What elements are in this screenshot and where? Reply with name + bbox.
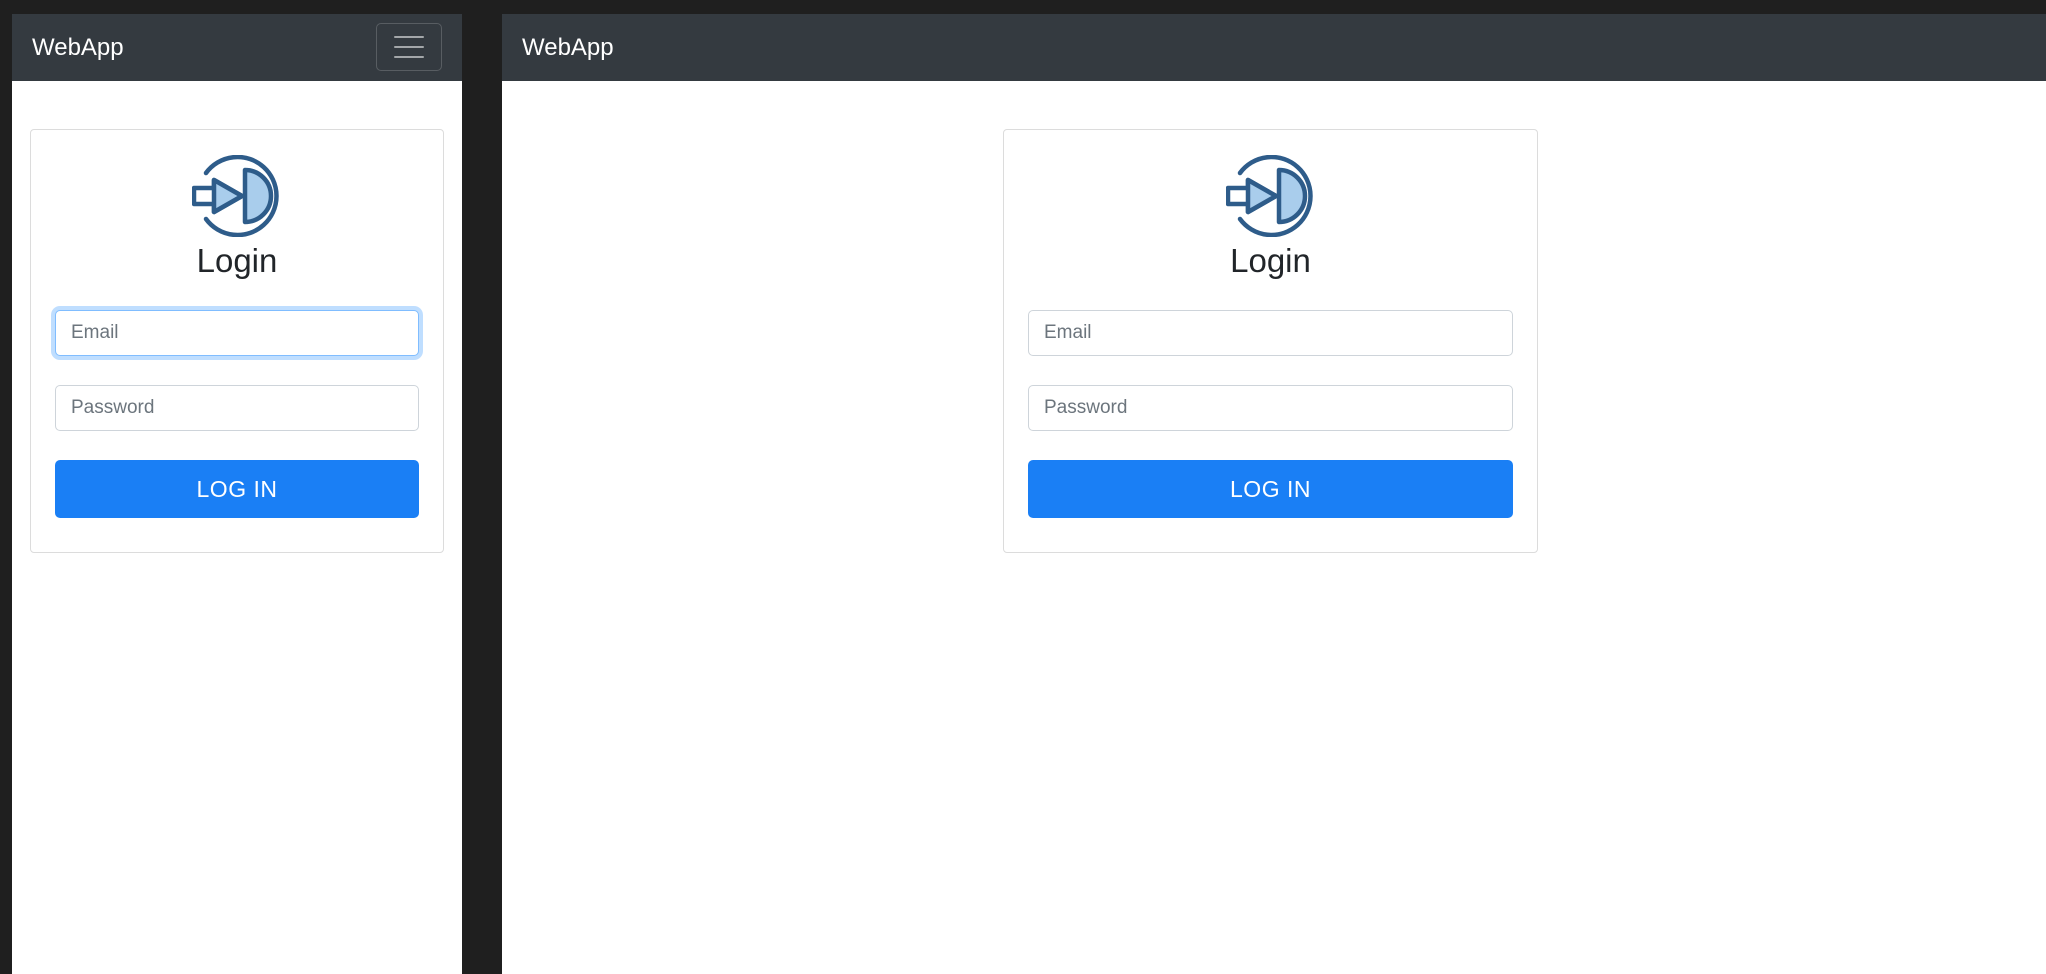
- navbar-brand[interactable]: WebApp: [522, 34, 614, 62]
- login-enter-icon: [192, 155, 279, 237]
- login-enter-icon: [1225, 155, 1313, 237]
- navbar: WebApp: [502, 14, 2046, 81]
- login-card: Login LOG IN: [1003, 129, 1538, 553]
- hamburger-menu-icon-bar: [394, 56, 424, 58]
- email-field[interactable]: [1028, 310, 1513, 356]
- login-title: Login: [196, 242, 278, 279]
- desktop-viewport: WebApp Login LOG IN: [502, 14, 2046, 974]
- login-card: Login LOG IN: [30, 129, 444, 553]
- password-field[interactable]: [55, 385, 419, 431]
- login-button[interactable]: LOG IN: [1028, 460, 1513, 518]
- hamburger-menu-icon: [394, 36, 424, 38]
- login-title: Login: [1230, 242, 1311, 279]
- password-field[interactable]: [1028, 385, 1513, 431]
- navbar-toggle-button[interactable]: [376, 23, 442, 71]
- navbar-brand[interactable]: WebApp: [32, 34, 124, 62]
- login-button[interactable]: LOG IN: [55, 460, 419, 518]
- mobile-viewport: WebApp Login LOG IN: [12, 14, 462, 974]
- navbar: WebApp: [12, 14, 462, 81]
- hamburger-menu-icon-bar: [394, 46, 424, 48]
- email-field[interactable]: [55, 310, 419, 356]
